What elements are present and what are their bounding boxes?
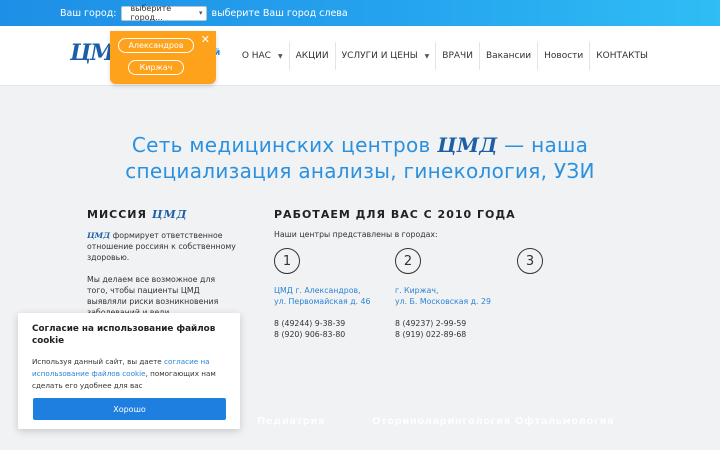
city-select-value: выберите город...: [130, 4, 172, 22]
hero-line-1: Сеть медицинских центров ЦМД — наша: [0, 132, 720, 158]
city-option-aleksandrov[interactable]: Александров: [118, 38, 194, 53]
center-address-link[interactable]: ЦМД г. Александров, ул. Первомайская д. …: [274, 285, 394, 307]
cookie-ok-button[interactable]: Хорошо: [33, 398, 226, 420]
address-line: ул. Б. Московская д. 29: [395, 297, 491, 306]
nav-item-label: АКЦИИ: [295, 51, 329, 61]
center-card: 1 ЦМД г. Александров, ул. Первомайская д…: [274, 248, 394, 340]
caret-down-icon: ▼: [424, 52, 430, 60]
hero-line-2: специализация анализы, гинекология, УЗИ: [125, 159, 595, 183]
cookie-consent: Согласие на использование файлов cookie …: [18, 313, 240, 429]
center-number: 1: [274, 248, 300, 274]
center-number: 3: [517, 248, 543, 274]
city-select[interactable]: выберите город... ▾: [121, 4, 208, 22]
nav-item-label: УСЛУГИ И ЦЕНЫ: [341, 51, 418, 61]
center-phone[interactable]: 8 (919) 022-89-68: [395, 329, 515, 340]
mission-title-brand: ЦМД: [151, 208, 188, 221]
service-label-ophthalmology[interactable]: Офтальмология: [515, 416, 614, 427]
address-line: ул. Первомайская д. 46: [274, 297, 371, 306]
nav-item-label: Вакансии: [485, 51, 532, 61]
work-subtitle: Наши центры представлены в городах:: [274, 230, 438, 239]
city-hint: выберите Ваш город слева: [211, 7, 348, 19]
city-label: Ваш город:: [60, 7, 117, 19]
mission-brand: ЦМД: [87, 231, 111, 240]
nav-item-label: ВРАЧИ: [442, 51, 473, 61]
center-phone[interactable]: 8 (920) 906-83-80: [274, 329, 394, 340]
service-label-ent[interactable]: Оториноларингология: [372, 416, 511, 427]
center-card: 3: [517, 248, 637, 285]
address-line: ЦМД г. Александров,: [274, 286, 361, 295]
nav-item-doctors[interactable]: ВРАЧИ: [435, 42, 479, 70]
hero-text: — наша: [497, 133, 589, 157]
nav-item-about[interactable]: О НАС ▼: [236, 42, 289, 70]
mission-title-text: МИССИЯ: [87, 208, 152, 221]
center-address-link[interactable]: г. Киржач, ул. Б. Московская д. 29: [395, 285, 515, 307]
mission-paragraph: ЦМД формирует ответственное отношение ро…: [87, 230, 237, 263]
cookie-text: Используя данный сайт, вы даете согласие…: [32, 356, 226, 392]
main-nav: О НАС ▼ АКЦИИ УСЛУГИ И ЦЕНЫ ▼ ВРАЧИ Вака…: [236, 42, 654, 70]
city-bar: Ваш город: выберите город... ▾ выберите …: [0, 0, 720, 26]
chevron-down-icon: ▾: [198, 9, 203, 17]
nav-item-services[interactable]: УСЛУГИ И ЦЕНЫ ▼: [334, 42, 436, 70]
hero-brand: ЦМД: [437, 133, 498, 157]
nav-item-contacts[interactable]: КОНТАКТЫ: [589, 42, 654, 70]
center-phone[interactable]: 8 (49237) 2-99-59: [395, 318, 515, 329]
nav-item-label: КОНТАКТЫ: [596, 51, 648, 61]
nav-item-label: О НАС: [241, 51, 271, 61]
caret-down-icon: ▼: [277, 52, 283, 60]
nav-item-promotions[interactable]: АКЦИИ: [288, 42, 335, 70]
city-option-kirzhach[interactable]: Киржач: [128, 60, 184, 75]
service-label-pediatrics[interactable]: Педиатрия: [257, 416, 325, 427]
mission-title: МИССИЯ ЦМД: [87, 208, 187, 221]
center-card: 2 г. Киржач, ул. Б. Московская д. 29 8 (…: [395, 248, 515, 340]
cookie-title: Согласие на использование файлов cookie: [32, 324, 216, 346]
city-popup: ✕ Александров Киржач: [110, 31, 216, 84]
mission-paragraph-text: формирует ответственное отношение россия…: [87, 231, 236, 262]
hero-heading: Сеть медицинских центров ЦМД — наша спец…: [0, 132, 720, 184]
nav-item-news[interactable]: Новости: [537, 42, 589, 70]
work-title: РАБОТАЕМ ДЛЯ ВАС С 2010 ГОДА: [274, 208, 516, 221]
center-number: 2: [395, 248, 421, 274]
cookie-text-part: Используя данный сайт, вы даете: [32, 357, 165, 366]
site-header: ЦМД й О НАС ▼ АКЦИИ УСЛУГИ И ЦЕНЫ ▼ ВРАЧ…: [0, 26, 720, 86]
hero-text: Сеть медицинских центров: [131, 133, 438, 157]
address-line: г. Киржач,: [395, 286, 439, 295]
nav-item-label: Новости: [544, 51, 584, 61]
close-icon[interactable]: ✕: [201, 33, 210, 46]
nav-item-vacancies[interactable]: Вакансии: [478, 42, 537, 70]
center-phone[interactable]: 8 (49244) 9-38-39: [274, 318, 394, 329]
